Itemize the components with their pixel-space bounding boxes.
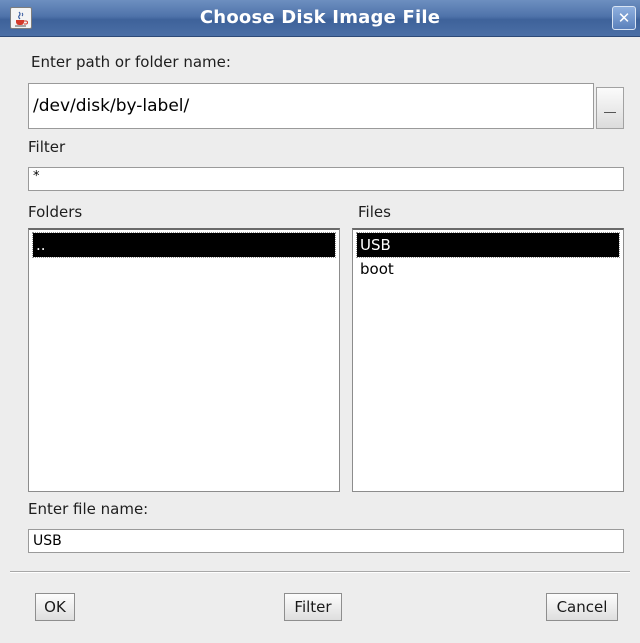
cancel-button[interactable]: Cancel bbox=[546, 593, 618, 621]
filter-label: Filter bbox=[28, 138, 66, 156]
folder-item-parent[interactable]: .. bbox=[32, 232, 336, 258]
path-input[interactable]: /dev/disk/by-label/ bbox=[28, 83, 594, 129]
filter-input[interactable]: * bbox=[28, 167, 624, 191]
files-label: Files bbox=[358, 203, 391, 221]
folders-list[interactable]: .. bbox=[28, 228, 340, 492]
button-separator bbox=[10, 571, 630, 573]
ok-button[interactable]: OK bbox=[35, 593, 75, 621]
files-list[interactable]: USB boot bbox=[352, 228, 624, 492]
title-bar[interactable]: Choose Disk Image File ✕ bbox=[0, 0, 640, 37]
filename-label: Enter file name: bbox=[28, 500, 149, 518]
file-item-usb[interactable]: USB bbox=[356, 232, 620, 258]
close-icon[interactable]: ✕ bbox=[612, 6, 636, 30]
filter-button[interactable]: Filter bbox=[284, 593, 342, 621]
ellipsis-icon bbox=[604, 112, 616, 113]
filename-input[interactable]: USB bbox=[28, 529, 624, 553]
browse-button[interactable] bbox=[596, 87, 624, 129]
folders-label: Folders bbox=[28, 203, 83, 221]
window-title: Choose Disk Image File bbox=[199, 7, 441, 28]
path-label: Enter path or folder name: bbox=[31, 53, 231, 71]
file-item-boot[interactable]: boot bbox=[357, 257, 619, 281]
